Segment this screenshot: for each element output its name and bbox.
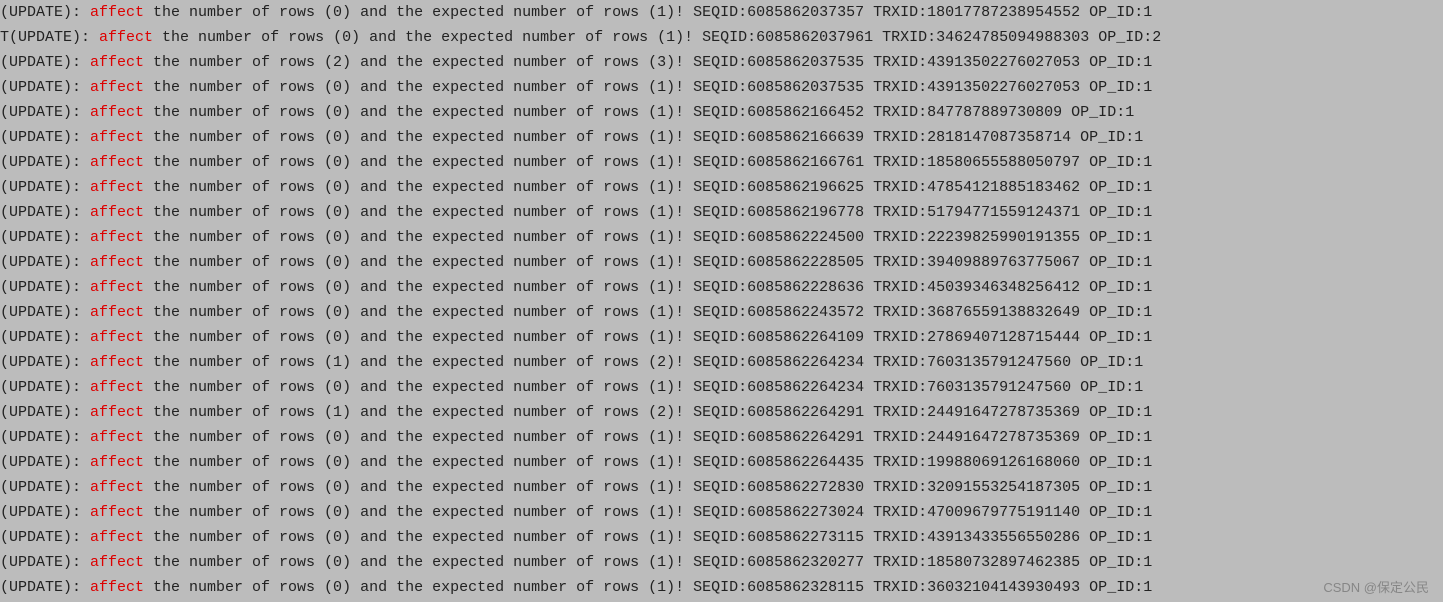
log-message: the number of rows (1) and the expected … bbox=[144, 354, 1143, 371]
log-message: the number of rows (0) and the expected … bbox=[144, 129, 1143, 146]
highlight-keyword: affect bbox=[90, 504, 144, 521]
log-prefix: (UPDATE): bbox=[0, 529, 90, 546]
log-prefix: (UPDATE): bbox=[0, 479, 90, 496]
log-prefix: (UPDATE): bbox=[0, 79, 90, 96]
log-line[interactable]: (UPDATE): affect the number of rows (0) … bbox=[0, 250, 1443, 275]
log-prefix: (UPDATE): bbox=[0, 204, 90, 221]
highlight-keyword: affect bbox=[90, 554, 144, 571]
log-line[interactable]: (UPDATE): affect the number of rows (0) … bbox=[0, 0, 1443, 25]
log-prefix: (UPDATE): bbox=[0, 354, 90, 371]
highlight-keyword: affect bbox=[90, 529, 144, 546]
log-message: the number of rows (0) and the expected … bbox=[153, 29, 1161, 46]
log-message: the number of rows (0) and the expected … bbox=[144, 329, 1152, 346]
log-line[interactable]: (UPDATE): affect the number of rows (0) … bbox=[0, 200, 1443, 225]
log-message: the number of rows (1) and the expected … bbox=[144, 404, 1152, 421]
highlight-keyword: affect bbox=[90, 129, 144, 146]
highlight-keyword: affect bbox=[90, 4, 144, 21]
log-line[interactable]: (UPDATE): affect the number of rows (0) … bbox=[0, 300, 1443, 325]
log-prefix: (UPDATE): bbox=[0, 454, 90, 471]
log-message: the number of rows (0) and the expected … bbox=[144, 79, 1152, 96]
log-prefix: (UPDATE): bbox=[0, 404, 90, 421]
highlight-keyword: affect bbox=[90, 454, 144, 471]
log-message: the number of rows (0) and the expected … bbox=[144, 4, 1152, 21]
log-message: the number of rows (0) and the expected … bbox=[144, 254, 1152, 271]
log-line[interactable]: (UPDATE): affect the number of rows (1) … bbox=[0, 400, 1443, 425]
log-prefix: T(UPDATE): bbox=[0, 29, 99, 46]
log-prefix: (UPDATE): bbox=[0, 279, 90, 296]
log-message: the number of rows (0) and the expected … bbox=[144, 454, 1152, 471]
highlight-keyword: affect bbox=[90, 104, 144, 121]
log-prefix: (UPDATE): bbox=[0, 429, 90, 446]
log-message: the number of rows (0) and the expected … bbox=[144, 279, 1152, 296]
highlight-keyword: affect bbox=[90, 204, 144, 221]
log-prefix: (UPDATE): bbox=[0, 329, 90, 346]
highlight-keyword: affect bbox=[90, 354, 144, 371]
highlight-keyword: affect bbox=[90, 279, 144, 296]
log-message: the number of rows (0) and the expected … bbox=[144, 204, 1152, 221]
log-prefix: (UPDATE): bbox=[0, 54, 90, 71]
log-line[interactable]: (UPDATE): affect the number of rows (0) … bbox=[0, 75, 1443, 100]
log-prefix: (UPDATE): bbox=[0, 179, 90, 196]
log-prefix: (UPDATE): bbox=[0, 4, 90, 21]
highlight-keyword: affect bbox=[90, 79, 144, 96]
log-prefix: (UPDATE): bbox=[0, 304, 90, 321]
highlight-keyword: affect bbox=[90, 379, 144, 396]
log-message: the number of rows (0) and the expected … bbox=[144, 379, 1143, 396]
highlight-keyword: affect bbox=[90, 229, 144, 246]
highlight-keyword: affect bbox=[90, 54, 144, 71]
log-message: the number of rows (0) and the expected … bbox=[144, 504, 1152, 521]
log-line[interactable]: (UPDATE): affect the number of rows (2) … bbox=[0, 50, 1443, 75]
log-line[interactable]: (UPDATE): affect the number of rows (1) … bbox=[0, 350, 1443, 375]
log-line[interactable]: (UPDATE): affect the number of rows (0) … bbox=[0, 100, 1443, 125]
log-line[interactable]: (UPDATE): affect the number of rows (0) … bbox=[0, 525, 1443, 550]
highlight-keyword: affect bbox=[90, 579, 144, 596]
log-line[interactable]: (UPDATE): affect the number of rows (0) … bbox=[0, 325, 1443, 350]
log-line[interactable]: T(UPDATE): affect the number of rows (0)… bbox=[0, 25, 1443, 50]
log-message: the number of rows (0) and the expected … bbox=[144, 229, 1152, 246]
log-message: the number of rows (0) and the expected … bbox=[144, 179, 1152, 196]
highlight-keyword: affect bbox=[90, 429, 144, 446]
log-message: the number of rows (0) and the expected … bbox=[144, 479, 1152, 496]
log-line[interactable]: (UPDATE): affect the number of rows (0) … bbox=[0, 550, 1443, 575]
log-prefix: (UPDATE): bbox=[0, 579, 90, 596]
log-message: the number of rows (0) and the expected … bbox=[144, 154, 1152, 171]
highlight-keyword: affect bbox=[90, 254, 144, 271]
log-prefix: (UPDATE): bbox=[0, 554, 90, 571]
log-message: the number of rows (0) and the expected … bbox=[144, 104, 1134, 121]
log-line[interactable]: (UPDATE): affect the number of rows (0) … bbox=[0, 175, 1443, 200]
log-line[interactable]: (UPDATE): affect the number of rows (0) … bbox=[0, 475, 1443, 500]
log-line[interactable]: (UPDATE): affect the number of rows (0) … bbox=[0, 500, 1443, 525]
highlight-keyword: affect bbox=[90, 154, 144, 171]
highlight-keyword: affect bbox=[90, 304, 144, 321]
log-prefix: (UPDATE): bbox=[0, 154, 90, 171]
log-line[interactable]: (UPDATE): affect the number of rows (0) … bbox=[0, 125, 1443, 150]
log-prefix: (UPDATE): bbox=[0, 504, 90, 521]
highlight-keyword: affect bbox=[90, 404, 144, 421]
log-message: the number of rows (0) and the expected … bbox=[144, 554, 1152, 571]
highlight-keyword: affect bbox=[90, 479, 144, 496]
log-line[interactable]: (UPDATE): affect the number of rows (0) … bbox=[0, 225, 1443, 250]
log-message: the number of rows (0) and the expected … bbox=[144, 529, 1152, 546]
log-prefix: (UPDATE): bbox=[0, 379, 90, 396]
log-prefix: (UPDATE): bbox=[0, 229, 90, 246]
log-message: the number of rows (0) and the expected … bbox=[144, 304, 1152, 321]
log-prefix: (UPDATE): bbox=[0, 104, 90, 121]
highlight-keyword: affect bbox=[99, 29, 153, 46]
log-message: the number of rows (2) and the expected … bbox=[144, 54, 1152, 71]
highlight-keyword: affect bbox=[90, 329, 144, 346]
log-message: the number of rows (0) and the expected … bbox=[144, 579, 1152, 596]
log-output[interactable]: (UPDATE): affect the number of rows (0) … bbox=[0, 0, 1443, 600]
log-line[interactable]: (UPDATE): affect the number of rows (0) … bbox=[0, 425, 1443, 450]
log-line[interactable]: (UPDATE): affect the number of rows (0) … bbox=[0, 150, 1443, 175]
highlight-keyword: affect bbox=[90, 179, 144, 196]
log-line[interactable]: (UPDATE): affect the number of rows (0) … bbox=[0, 375, 1443, 400]
log-message: the number of rows (0) and the expected … bbox=[144, 429, 1152, 446]
log-line[interactable]: (UPDATE): affect the number of rows (0) … bbox=[0, 450, 1443, 475]
log-prefix: (UPDATE): bbox=[0, 129, 90, 146]
log-line[interactable]: (UPDATE): affect the number of rows (0) … bbox=[0, 275, 1443, 300]
log-prefix: (UPDATE): bbox=[0, 254, 90, 271]
log-line[interactable]: (UPDATE): affect the number of rows (0) … bbox=[0, 575, 1443, 600]
